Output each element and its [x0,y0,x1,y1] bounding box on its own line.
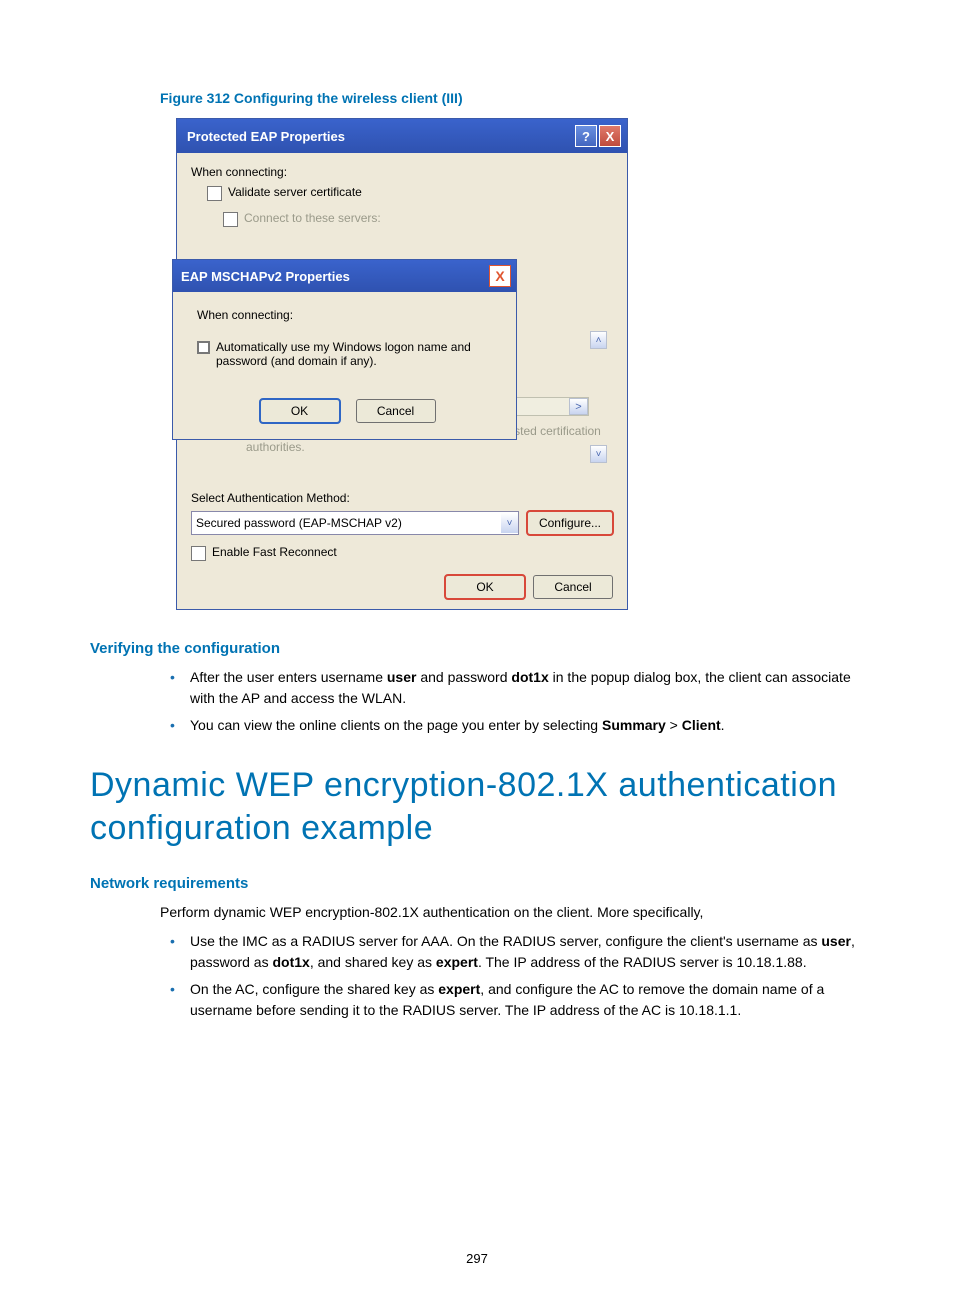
validate-cert-checkbox[interactable] [207,186,222,201]
network-intro: Perform dynamic WEP encryption-802.1X au… [160,902,864,923]
main-heading: Dynamic WEP encryption-802.1X authentica… [90,764,864,849]
close-icon[interactable]: X [489,265,511,287]
dialogs-screenshot: Protected EAP Properties ? X When connec… [176,118,628,610]
auto-use-label: Automatically use my Windows logon name … [216,340,498,369]
auto-use-checkbox[interactable] [197,341,210,354]
page-number: 297 [0,1251,954,1266]
configure-button[interactable]: Configure... [527,511,613,535]
outer-titlebar: Protected EAP Properties ? X [177,119,627,153]
outer-ok-button[interactable]: OK [445,575,525,599]
fast-reconnect-label: Enable Fast Reconnect [212,545,337,559]
auth-method-dropdown[interactable]: Secured password (EAP-MSCHAP v2) ˅ [191,511,519,535]
fast-reconnect-checkbox[interactable] [191,546,206,561]
close-icon[interactable]: X [599,125,621,147]
inner-when-connecting: When connecting: [197,308,498,322]
scroll-down-icon[interactable]: ˅ [590,445,607,463]
v-scrollbar[interactable]: ˄ ˅ [590,331,607,463]
outer-dialog-title: Protected EAP Properties [187,129,345,144]
inner-dialog: EAP MSCHAPv2 Properties X When connectin… [172,259,517,440]
connect-servers-label: Connect to these servers: [244,211,381,225]
scroll-right-icon[interactable]: > [569,398,588,415]
outer-dialog: Protected EAP Properties ? X When connec… [176,118,628,610]
verify-heading: Verifying the configuration [90,640,864,657]
scroll-up-icon[interactable]: ˄ [590,331,607,349]
verify-list: After the user enters username user and … [160,667,864,736]
list-item: After the user enters username user and … [160,667,864,709]
auth-method-value: Secured password (EAP-MSCHAP v2) [196,516,402,530]
list-item: Use the IMC as a RADIUS server for AAA. … [160,931,864,973]
inner-ok-button[interactable]: OK [260,399,340,423]
help-icon[interactable]: ? [575,125,597,147]
inner-dialog-title: EAP MSCHAPv2 Properties [181,269,350,284]
figure-caption: Figure 312 Configuring the wireless clie… [160,90,864,106]
select-auth-label: Select Authentication Method: [191,491,613,505]
network-list: Use the IMC as a RADIUS server for AAA. … [160,931,864,1021]
inner-titlebar: EAP MSCHAPv2 Properties X [173,260,516,292]
chevron-down-icon[interactable]: ˅ [501,513,518,533]
inner-cancel-button[interactable]: Cancel [356,399,436,423]
connect-servers-checkbox [223,212,238,227]
list-item: You can view the online clients on the p… [160,715,864,736]
when-connecting-label: When connecting: [191,165,613,179]
outer-cancel-button[interactable]: Cancel [533,575,613,599]
validate-cert-label: Validate server certificate [228,185,362,199]
network-req-heading: Network requirements [90,875,864,892]
list-item: On the AC, configure the shared key as e… [160,979,864,1021]
